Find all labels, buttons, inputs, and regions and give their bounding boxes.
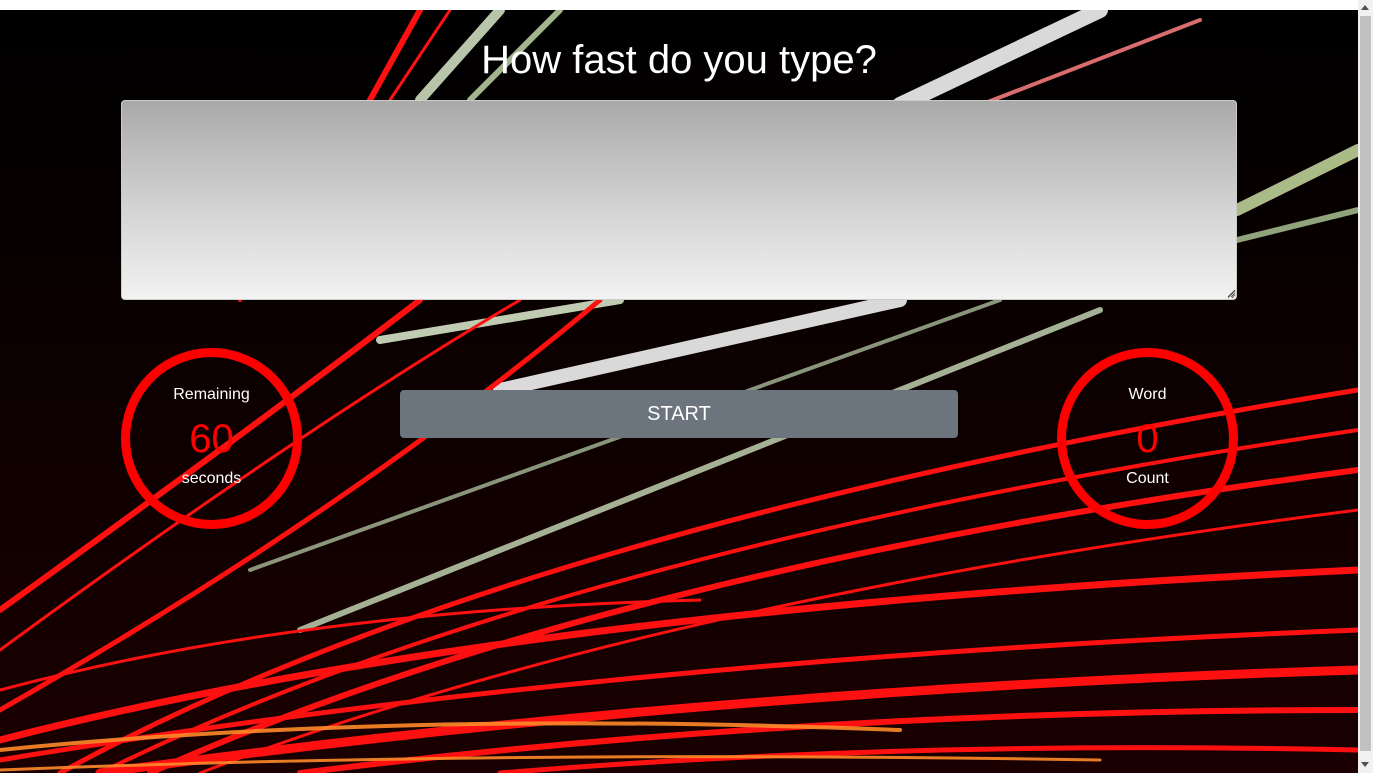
word-count-display: Word 0 Count <box>1057 348 1238 529</box>
start-button[interactable]: START <box>400 390 958 438</box>
scroll-up-icon[interactable] <box>1361 5 1369 10</box>
word-count-label: Word <box>1128 386 1167 403</box>
word-count-unit: Count <box>1126 470 1169 487</box>
scrollbar-thumb[interactable] <box>1360 16 1371 751</box>
vertical-scrollbar[interactable] <box>1358 0 1373 773</box>
typing-input[interactable] <box>121 100 1237 300</box>
resize-handle-icon[interactable] <box>1226 288 1236 298</box>
timer-label: Remaining <box>173 386 250 403</box>
timer-unit: seconds <box>181 470 242 487</box>
word-count-value: 0 <box>1136 417 1159 461</box>
scroll-down-icon[interactable] <box>1361 762 1369 767</box>
timer-value: 60 <box>189 417 234 461</box>
timer-display: Remaining 60 seconds <box>121 348 302 529</box>
page-viewport: How fast do you type? Remaining 60 secon… <box>0 10 1358 773</box>
page-title: How fast do you type? <box>481 38 877 82</box>
